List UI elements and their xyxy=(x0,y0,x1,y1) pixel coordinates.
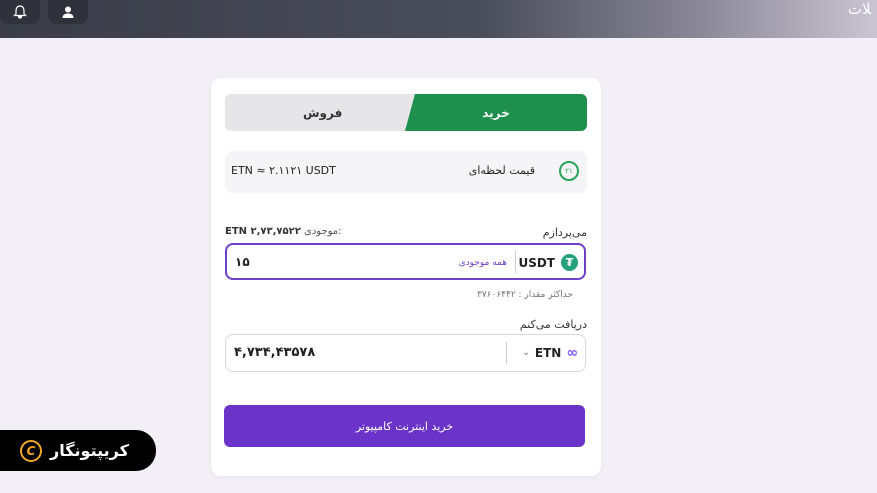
brand-watermark: C کریپتونگار xyxy=(0,430,156,471)
page-title: ﻼت xyxy=(847,0,871,18)
tab-buy[interactable]: خرید xyxy=(405,94,587,131)
trade-card: فروش خرید ETN ≈ ۲.۱۱۲۱ USDT قیمت لحظه‌ای… xyxy=(211,78,601,476)
tab-buy-label: خرید xyxy=(482,105,510,120)
pay-amount-field[interactable]: همه موجودی USDT ₮ xyxy=(225,243,586,280)
buy-submit-button[interactable]: خرید اینترنت کامپیوتر xyxy=(224,405,585,447)
top-bar: ﻼت xyxy=(0,0,877,38)
profile-button[interactable] xyxy=(48,0,88,24)
field-divider xyxy=(515,251,516,273)
pay-label: می‌پردازم xyxy=(542,226,587,239)
top-left-icons xyxy=(0,0,88,24)
receive-currency-select[interactable]: ⌄ ETN ∞ xyxy=(522,345,578,361)
user-icon xyxy=(62,6,74,18)
etn-icon: ∞ xyxy=(566,345,578,361)
pay-amount-input[interactable] xyxy=(233,254,387,270)
field-divider xyxy=(506,342,507,364)
max-amount-note: حداکثر مقدار : ۳۷۶۰۶۴۴۲ xyxy=(477,290,573,300)
balance-info: ETN ۲,۷۳,۷۵۲۲ موجودی: xyxy=(225,226,342,237)
bell-icon xyxy=(13,5,27,19)
live-price-label: قیمت لحظه‌ای xyxy=(468,164,535,177)
live-price-row: ETN ≈ ۲.۱۱۲۱ USDT قیمت لحظه‌ای ۲۱ xyxy=(225,151,587,193)
all-balance-button[interactable]: همه موجودی xyxy=(459,258,507,268)
receive-amount-field[interactable]: ۴,۷۳۴,۴۳۵۷۸ ⌄ ETN ∞ xyxy=(225,334,586,372)
receive-amount-value: ۴,۷۳۴,۴۳۵۷۸ xyxy=(234,345,316,360)
balance-label: موجودی: xyxy=(304,226,342,237)
pay-currency: USDT ₮ xyxy=(518,254,578,271)
chevron-down-icon: ⌄ xyxy=(522,348,530,358)
trade-tabs: فروش خرید xyxy=(225,94,587,131)
refresh-timer-icon: ۲۱ xyxy=(559,161,579,181)
receive-label: دریافت می‌کنم xyxy=(519,318,587,331)
brand-logo-icon: C xyxy=(20,439,42,462)
notifications-button[interactable] xyxy=(0,0,40,24)
tether-icon: ₮ xyxy=(561,254,578,271)
balance-value: ETN ۲,۷۳,۷۵۲۲ xyxy=(225,226,301,237)
tab-sell-label: فروش xyxy=(303,105,343,120)
pay-currency-label: USDT xyxy=(518,255,555,270)
brand-name: کریپتونگار xyxy=(50,441,129,460)
live-price-value: ETN ≈ ۲.۱۱۲۱ USDT xyxy=(231,164,336,177)
receive-currency-label: ETN xyxy=(534,346,562,360)
